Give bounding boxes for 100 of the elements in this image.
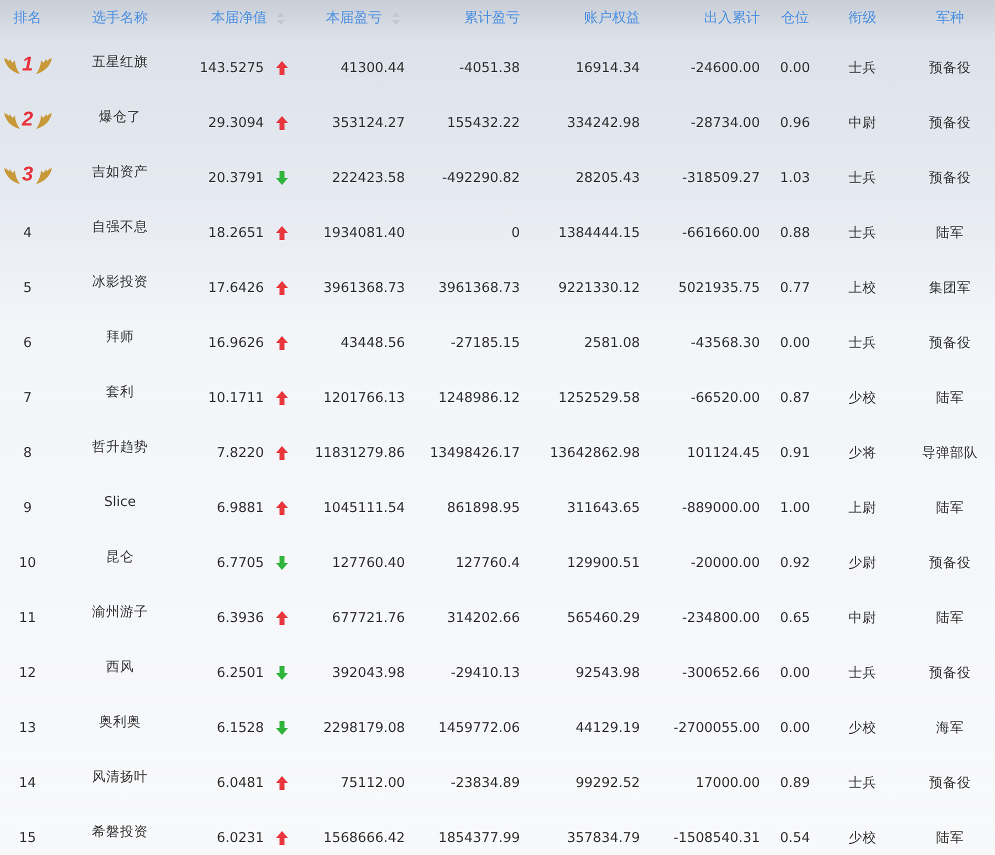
rank-number: 8: [23, 444, 32, 460]
table-cell: 6.2501: [216, 664, 264, 680]
rank-number: 5: [23, 280, 32, 296]
table-cell: 155432.22: [446, 114, 520, 130]
column-header[interactable]: 本届净值: [211, 9, 285, 27]
player-name: 昆仑: [106, 548, 134, 566]
table-cell: 海军: [936, 718, 964, 736]
rank-number: 11: [18, 610, 36, 626]
table-cell: 陆军: [936, 388, 964, 406]
table-cell: 13498426.17: [430, 444, 520, 460]
table-cell: 6.0481: [216, 774, 264, 790]
table-cell: 127760.40: [332, 554, 405, 570]
rank-number: 15: [18, 830, 36, 846]
table-cell: 101124.45: [686, 444, 760, 460]
table-cell: 0.77: [780, 280, 810, 296]
table-cell: 44129.19: [576, 720, 640, 736]
table-cell: 0.54: [780, 830, 810, 846]
player-name: 爆仓了: [99, 108, 141, 126]
table-cell: -20000.00: [690, 554, 760, 570]
table-cell: 预备役: [929, 774, 971, 792]
table-cell: 士兵: [848, 58, 876, 76]
player-name: 希磐投资: [92, 822, 148, 840]
table-cell: 10.1711: [208, 390, 264, 406]
rank-number: 7: [23, 390, 32, 406]
table-cell: 9221330.12: [558, 280, 640, 296]
table-cell: 7.8220: [216, 444, 264, 460]
table-cell: 5021935.75: [678, 280, 760, 296]
table-cell: -1508540.31: [674, 830, 760, 846]
table-cell: 1045111.54: [323, 500, 405, 516]
table-cell: 2298179.08: [323, 720, 405, 736]
table-cell: 0.00: [780, 664, 810, 680]
rank-number: 2: [22, 108, 34, 132]
table-cell: 士兵: [848, 168, 876, 186]
player-name: 拜师: [106, 328, 134, 346]
table-cell: 上尉: [848, 498, 876, 516]
table-cell: 222423.58: [332, 170, 405, 186]
table-cell: 预备役: [929, 114, 971, 132]
table-cell: 0: [511, 224, 520, 240]
player-name: 冰影投资: [92, 272, 148, 290]
table-cell: 士兵: [848, 334, 876, 352]
player-name: 西风: [106, 658, 134, 676]
table-cell: -66520.00: [690, 390, 760, 406]
table-cell: 0.00: [780, 334, 810, 350]
table-cell: 314202.66: [446, 610, 520, 626]
rank-number: 14: [18, 774, 36, 790]
player-name: 奥利奥: [99, 712, 141, 730]
table-cell: 75112.00: [340, 774, 405, 790]
table-cell: 43448.56: [340, 334, 405, 350]
table-cell: 1934081.40: [323, 224, 405, 240]
table-cell: 0.65: [780, 610, 810, 626]
column-header: 军种: [936, 9, 964, 27]
table-cell: 392043.98: [332, 664, 405, 680]
table-cell: 17.6426: [208, 280, 264, 296]
table-cell: 29.3094: [208, 114, 264, 130]
table-cell: 6.3936: [216, 610, 264, 626]
table-cell: 上校: [848, 278, 876, 296]
table-cell: -661660.00: [682, 224, 760, 240]
laurel-icon: [2, 110, 52, 130]
column-header: 出入累计: [704, 9, 760, 27]
player-name: 套利: [106, 382, 134, 400]
table-cell: 1248986.12: [438, 390, 520, 406]
player-name: 自强不息: [92, 218, 148, 236]
table-cell: -24600.00: [690, 60, 760, 76]
table-cell: -43568.30: [690, 334, 760, 350]
table-cell: 预备役: [929, 664, 971, 682]
table-cell: 1854377.99: [438, 830, 520, 846]
table-cell: 99292.52: [576, 774, 640, 790]
rank-number: 13: [18, 720, 36, 736]
rank-number: 6: [23, 334, 32, 350]
table-cell: 中尉: [848, 114, 876, 132]
table-cell: -23834.89: [450, 774, 520, 790]
rank-number: 1: [22, 53, 34, 76]
table-cell: 353124.27: [332, 114, 405, 130]
table-cell: 16914.34: [576, 60, 640, 76]
table-cell: -492290.82: [442, 170, 520, 186]
table-cell: 677721.76: [332, 610, 405, 626]
table-cell: -2700055.00: [674, 720, 760, 736]
table-cell: 41300.44: [340, 60, 405, 76]
table-cell: -28734.00: [690, 114, 760, 130]
rank-number: 4: [23, 224, 32, 240]
column-header: 账户权益: [584, 9, 640, 27]
table-cell: -27185.15: [450, 334, 520, 350]
table-cell: -234800.00: [682, 610, 760, 626]
column-header[interactable]: 本届盈亏: [326, 9, 400, 27]
table-cell: 1384444.15: [558, 224, 640, 240]
table-cell: 中尉: [848, 608, 876, 626]
table-cell: 1.00: [780, 500, 810, 516]
table-cell: 2581.08: [584, 334, 640, 350]
table-cell: 导弹部队: [922, 444, 978, 462]
table-cell: 18.2651: [208, 224, 264, 240]
table-cell: 预备役: [929, 554, 971, 572]
table-cell: 0.88: [780, 224, 810, 240]
table-cell: 预备役: [929, 168, 971, 186]
table-cell: 预备役: [929, 334, 971, 352]
table-cell: 士兵: [848, 664, 876, 682]
table-cell: 0.96: [780, 114, 810, 130]
table-cell: 0.92: [780, 554, 810, 570]
column-header: 累计盈亏: [464, 9, 520, 27]
rank-number: 9: [23, 500, 32, 516]
table-cell: 陆军: [936, 608, 964, 626]
